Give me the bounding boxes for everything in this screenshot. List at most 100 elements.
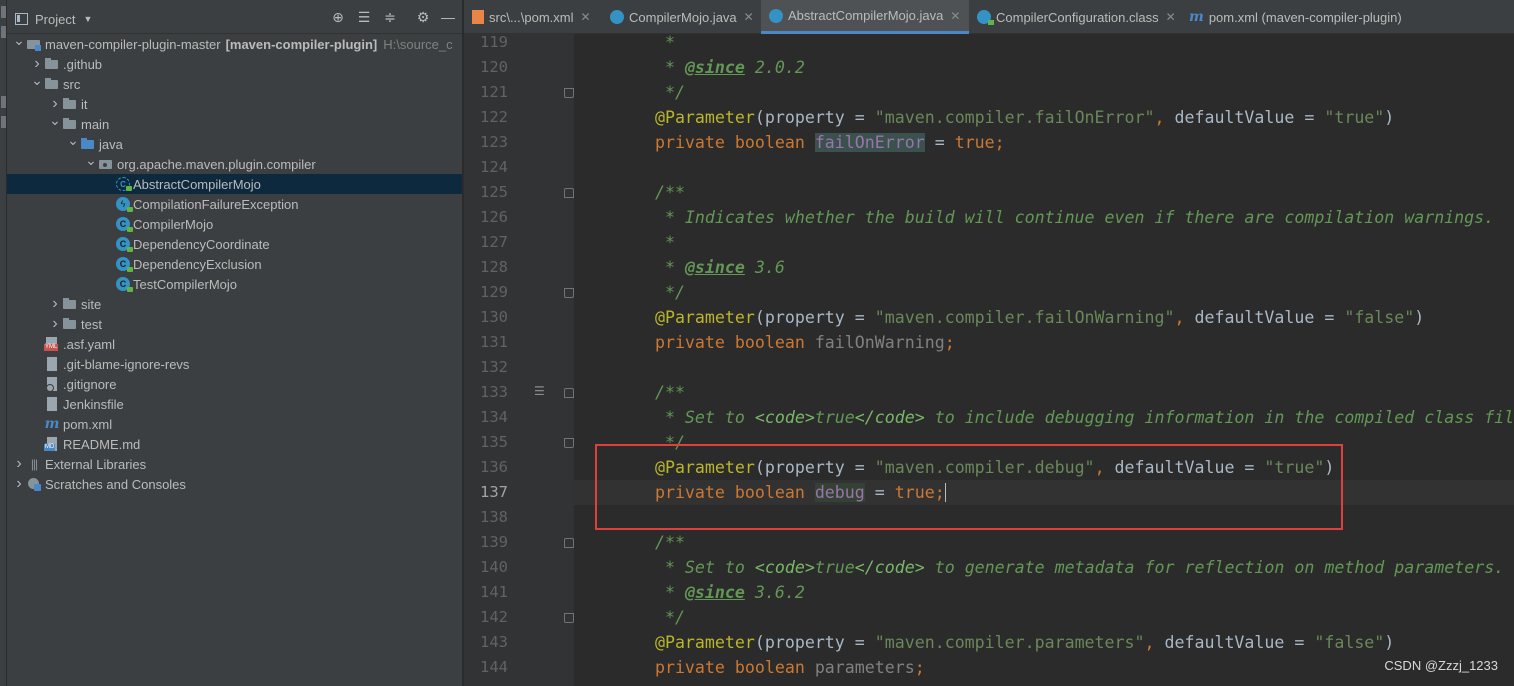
chevron-down-icon[interactable]: ⌄ [30,73,44,94]
chevron-right-icon[interactable]: › [48,94,62,114]
tree-item-org-apache-maven-plugin-compiler[interactable]: ⌄ org.apache.maven.plugin.compiler [7,153,462,174]
line-number: 127 [480,233,508,251]
fold-marker-icon[interactable] [564,538,574,548]
tab-label: src\...\pom.xml [489,9,574,25]
bookmarks-tool-icon[interactable] [1,96,6,108]
tree-item-label: CompilerMojo [133,216,214,232]
chevron-right-icon[interactable]: › [48,314,62,334]
tab-abstractcompilermojo-java[interactable]: AbstractCompilerMojo.java ✕ [761,0,969,34]
tab-compilerconfiguration-class[interactable]: CompilerConfiguration.class ✕ [969,0,1181,34]
line-number: 145 [464,680,508,686]
hide-panel-icon[interactable]: — [439,8,457,26]
close-icon[interactable]: ✕ [950,9,960,23]
tree-item-abstractcompilermojo[interactable]: ›CAbstractCompilerMojo [7,174,462,194]
tree-item-pom-xml[interactable]: ›mpom.xml [7,414,462,434]
code-line: /** [615,383,685,402]
project-view-selector[interactable]: Project ▼ [15,10,92,28]
chevron-down-icon[interactable]: ⌄ [84,153,98,174]
tree-item-it[interactable]: › it [7,94,462,114]
tree-item-readme-md[interactable]: ›README.md [7,434,462,454]
project-tool-icon[interactable] [1,6,6,18]
tree-item-dependencycoordinate[interactable]: ›CDependencyCoordinate [7,234,462,254]
tree-item-maven-compiler-plugin-master[interactable]: ⌄ maven-compiler-plugin-master [maven-comp… [7,33,462,54]
tree-item-label: org.apache.maven.plugin.compiler [117,156,316,172]
tree-item-test[interactable]: › test [7,314,462,334]
fold-marker-icon[interactable] [564,188,574,198]
tree-item-compilermojo[interactable]: ›CCompilerMojo [7,214,462,234]
close-icon[interactable]: ✕ [744,10,754,24]
chevron-down-icon[interactable]: ⌄ [66,133,80,154]
fold-marker-icon[interactable] [564,388,574,398]
tab-src-pom-xml[interactable]: src\...\pom.xml ✕ [464,0,602,34]
tree-item-compilationfailureexception[interactable]: ›ϟCompilationFailureException [7,194,462,214]
chevron-right-icon[interactable]: › [30,54,44,74]
chevron-down-icon[interactable]: ⌄ [12,33,26,54]
folder-icon [44,76,60,92]
code-line: /** [615,533,685,552]
select-opened-file-icon[interactable]: ⊕ [329,8,347,26]
line-number: 139 [480,533,508,551]
fold-marker-icon[interactable] [564,613,574,623]
tree-item-label: CompilationFailureException [133,196,299,212]
structure-tool-icon[interactable] [1,26,6,38]
tree-item-label: .asf.yaml [63,336,116,352]
chevron-right-icon[interactable]: › [12,454,26,474]
fold-marker-icon[interactable] [564,438,574,448]
tree-item-asf-yaml[interactable]: ›.asf.yaml [7,334,462,354]
project-panel-icon [15,13,28,25]
tool-window-strip [0,0,7,686]
chevron-down-icon[interactable]: ⌄ [48,113,62,134]
favorites-tool-icon[interactable] [1,116,6,128]
tree-item-jenkinsfile[interactable]: ›Jenkinsfile [7,394,462,414]
chevron-down-icon[interactable]: ▼ [83,14,92,24]
tab-pom-xml-maven-compiler-plugin[interactable]: m pom.xml (maven-compiler-plugin) [1181,0,1413,34]
project-panel-header: Project ▼ ⊕ ☰ ≑ ⚙ — [7,0,462,34]
code-line: @Parameter(property = "maven.compiler.pa… [615,633,1395,652]
code-line: private boolean failOnError = true; [615,133,1005,152]
class-icon: C [116,217,133,232]
tree-item-gitignore[interactable]: ›.gitignore [7,374,462,394]
tree-item-src[interactable]: ⌄ src [7,73,462,94]
render-doc-icon[interactable]: ☰ [534,384,545,398]
tree-item-external-libraries[interactable]: › ||| External Libraries [7,454,462,474]
lock-icon [127,287,133,292]
expand-all-icon[interactable]: ☰ [355,8,373,26]
collapse-all-icon[interactable]: ≑ [381,8,399,26]
xml-file-icon [472,10,484,24]
tree-item-main[interactable]: ⌄ main [7,113,462,134]
fold-marker-icon[interactable] [564,288,574,298]
code-line: * Set to <code>true</code> to include de… [615,408,1514,427]
chevron-right-icon[interactable]: › [48,294,62,314]
chevron-right-icon[interactable]: › [12,474,26,494]
tree-item-testcompilermojo[interactable]: ›CTestCompilerMojo [7,274,462,294]
maven-file-icon: m [1189,9,1204,25]
maven-file-icon: m [44,416,60,432]
code-editor[interactable]: 119 120 121 122 123 124 125 126 127 128 129 130 131 1… [464,34,1514,686]
class-icon: C [116,237,133,252]
tree-item-java[interactable]: ⌄ java [7,133,462,154]
tree-item-dependencyexclusion[interactable]: ›CDependencyExclusion [7,254,462,274]
code-line: * @since 3.6.2 [615,583,805,602]
tree-item-label: External Libraries [45,456,147,472]
line-number: 126 [480,208,508,226]
close-icon[interactable]: ✕ [581,10,591,24]
line-number: 143 [480,633,508,651]
tree-item-site[interactable]: › site [7,294,462,314]
tree-item-git-blame-ignore-revs[interactable]: ›.git-blame-ignore-revs [7,354,462,374]
editor-tab-bar: src\...\pom.xml ✕ CompilerMojo.java ✕ Abstra… [464,0,1514,34]
tree-item-label: site [81,296,102,312]
tab-compilermojo-java[interactable]: CompilerMojo.java ✕ [602,0,761,34]
tree-item-github[interactable]: › .github [7,54,462,74]
tree-item-scratches-and-consoles[interactable]: › Scratches and Consoles [7,474,462,494]
close-icon[interactable]: ✕ [1166,10,1176,24]
line-number: 125 [480,183,508,201]
fold-marker-icon[interactable] [564,88,574,98]
exception-class-icon: ϟ [116,197,133,212]
line-number: 137 [480,483,508,501]
gear-icon[interactable]: ⚙ [414,8,432,26]
class-icon: C [116,257,133,272]
annotation-highlight-box [595,444,1343,530]
scratch-icon [26,476,42,492]
line-number: 138 [480,508,508,526]
line-number: 119 [480,34,508,51]
